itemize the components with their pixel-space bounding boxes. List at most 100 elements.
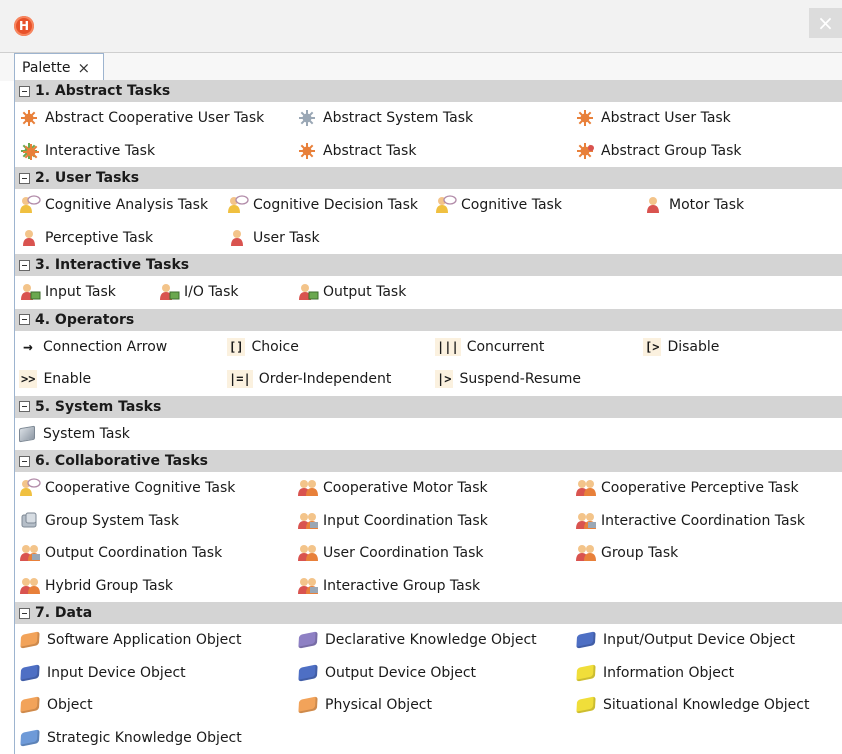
data-object-icon [20,664,40,682]
collapse-toggle-icon[interactable] [19,259,30,271]
palette-item[interactable]: Cooperative Cognitive Task [19,475,235,501]
palette-item[interactable]: Declarative Knowledge Object [297,627,537,653]
palette-item[interactable]: |> Suspend-Resume [435,366,581,392]
palette-item[interactable]: Interactive Coordination Task [575,508,805,534]
section-header[interactable]: 6. Collaborative Tasks [15,450,842,472]
palette-item[interactable]: [> Disable [643,334,719,360]
palette-item[interactable]: Cognitive Decision Task [227,192,418,218]
palette-item[interactable]: Cognitive Analysis Task [19,192,208,218]
palette-item[interactable]: Group System Task [19,508,179,534]
palette-item-label: Disable [667,338,720,355]
palette-item[interactable]: Abstract Cooperative User Task [19,105,264,131]
palette-item[interactable]: Interactive Group Task [297,573,480,599]
palette-item[interactable]: Cognitive Task [435,192,562,218]
palette-item-label: Perceptive Task [45,229,154,246]
section-header[interactable]: 1. Abstract Tasks [15,80,842,102]
window-close-button[interactable]: × [809,8,842,38]
palette-item-label: Hybrid Group Task [45,577,173,594]
section-title: 1. Abstract Tasks [35,83,171,99]
palette-item[interactable]: I/O Task [158,279,239,305]
palette-item[interactable]: Hybrid Group Task [19,573,173,599]
interactive-task-icon [19,141,41,161]
palette-item[interactable]: Output Task [297,279,406,305]
palette-item-label: Output Device Object [325,664,477,681]
interactive-group-task-icon [297,576,319,596]
tab-palette[interactable]: Palette × [14,53,104,81]
section-header[interactable]: 5. System Tasks [15,395,842,418]
collapse-toggle-icon[interactable] [19,314,30,325]
cognitive-decision-task-icon [227,195,249,215]
palette-item[interactable]: → Connection Arrow [19,334,167,360]
palette-item[interactable]: Perceptive Task [19,225,153,251]
collapse-toggle-icon[interactable] [19,85,30,97]
palette-item-label: Information Object [603,664,735,681]
palette-item[interactable]: Physical Object [297,692,432,718]
palette-item[interactable]: Input Coordination Task [297,508,488,534]
palette-row: Abstract Cooperative User Task Abstract S… [15,102,842,135]
palette-item-label: Interactive Task [45,142,156,159]
palette-item[interactable]: ||| Concurrent [435,334,544,360]
section-header[interactable]: 3. Interactive Tasks [15,254,842,276]
collapse-toggle-icon[interactable] [19,455,30,467]
palette-item[interactable]: Output Device Object [297,660,476,686]
palette-item[interactable]: Situational Knowledge Object [575,692,809,718]
palette-item[interactable]: Abstract User Task [575,105,731,131]
palette-item-label: Cooperative Perceptive Task [601,480,799,497]
data-object-icon [576,696,596,714]
palette-item-label: Cognitive Task [461,197,562,214]
perceptive-task-icon [19,228,41,248]
palette-item[interactable]: Abstract Task [297,138,416,164]
palette-item-label: System Task [43,425,130,442]
section-header[interactable]: 7. Data [15,602,842,624]
palette-item[interactable]: System Task [19,421,130,447]
palette-row: Group System Task Input Coordination Task… [15,505,842,538]
palette-item[interactable]: Group Task [575,540,678,566]
collapse-toggle-icon[interactable] [19,607,30,619]
cooperative-perceptive-task-icon [575,478,597,498]
palette-item[interactable]: Input Device Object [19,660,186,686]
cooperative-cognitive-task-icon [19,478,41,498]
palette-item[interactable]: Cooperative Motor Task [297,475,488,501]
palette-item[interactable]: Motor Task [643,192,744,218]
palette-item[interactable]: Abstract Group Task [575,138,742,164]
palette-item-label: User Coordination Task [323,545,484,562]
palette-row: Software Application Object Declarative K… [15,624,842,657]
section-title: 4. Operators [35,311,135,328]
palette-item[interactable]: User Task [227,225,320,251]
palette-item[interactable]: Input/Output Device Object [575,627,795,653]
palette-item[interactable]: >> Enable [19,366,91,392]
section-title: 3. Interactive Tasks [35,257,190,273]
palette-item[interactable]: [] Choice [227,334,299,360]
palette-section: 3. Interactive Tasks Input Task I/O Task Ou… [15,254,842,309]
palette-item-label: Interactive Group Task [323,577,481,594]
palette-item[interactable]: |=| Order-Independent [227,366,391,392]
palette-item[interactable]: Object [19,692,93,718]
palette-row: Cognitive Analysis Task Cognitive Decisio… [15,189,842,222]
palette-item[interactable]: Input Task [19,279,116,305]
tab-close-icon[interactable]: × [78,59,91,77]
palette-item-label: Enable [43,371,92,388]
collapse-toggle-icon[interactable] [19,172,30,184]
palette-item[interactable]: User Coordination Task [297,540,484,566]
palette-item[interactable]: Interactive Task [19,138,155,164]
palette-row: Cooperative Cognitive Task Cooperative Mo… [15,472,842,505]
palette-row: >> Enable |=| Order-Independent |> Suspend-Re… [15,363,842,396]
palette-item[interactable]: Abstract System Task [297,105,473,131]
input-task-icon [19,282,41,302]
palette-item[interactable]: Information Object [575,660,734,686]
palette-item-label: Strategic Knowledge Object [47,729,242,746]
palette-item-label: Cognitive Decision Task [253,197,418,214]
hybrid-group-task-icon [19,576,41,596]
section-header[interactable]: 2. User Tasks [15,167,842,189]
section-header[interactable]: 4. Operators [15,308,842,331]
collapse-toggle-icon[interactable] [19,401,30,412]
palette-item-label: Declarative Knowledge Object [325,632,537,649]
section-title: 6. Collaborative Tasks [35,453,209,469]
palette-item-label: Input Coordination Task [323,512,488,529]
palette-item[interactable]: Software Application Object [19,627,241,653]
palette-row: Perceptive Task User Task [15,222,842,255]
palette-item[interactable]: Cooperative Perceptive Task [575,475,799,501]
window-titlebar [0,0,842,53]
palette-item[interactable]: Strategic Knowledge Object [19,725,242,751]
palette-item[interactable]: Output Coordination Task [19,540,222,566]
